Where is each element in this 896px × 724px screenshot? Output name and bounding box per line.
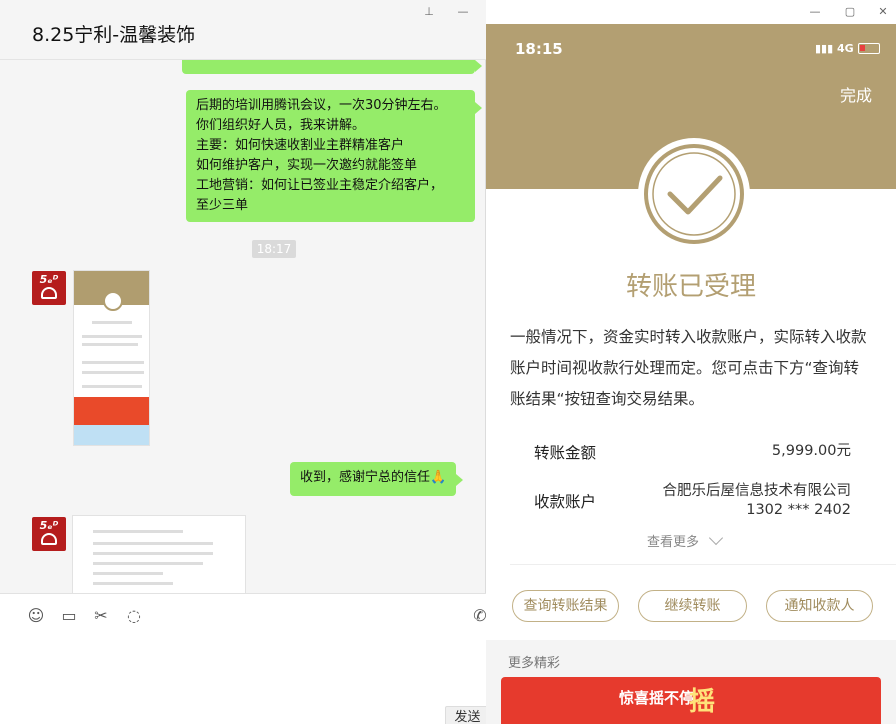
pin-icon[interactable]: ⊥ bbox=[420, 4, 438, 20]
chat-messages: 后期的培训用腾讯会议，一次30分钟左右。 你们组织好人员，我来讲解。 主要：如何… bbox=[0, 60, 486, 593]
success-check-icon bbox=[638, 138, 750, 250]
divider bbox=[510, 564, 896, 565]
screen: 8.25宁利-温馨装饰 ⊥ — 后期的培训用腾讯会议，一次30分钟左右。 你们组… bbox=[0, 0, 896, 724]
status-description: 一般情况下，资金实时转入收款账户，实际转入收款账户时间视收款行处理而定。您可点击… bbox=[510, 328, 867, 408]
more-section: 更多精彩 惊喜摇不停 摇 bbox=[486, 640, 896, 724]
message-line: 工地营销：如何让已签业主稳定介绍客户， bbox=[196, 178, 444, 193]
query-result-button[interactable]: 查询转账结果 bbox=[512, 590, 619, 622]
viewer-titlebar: — ▢ ✕ bbox=[486, 0, 896, 24]
payee-name: 合肥乐后屋信息技术有限公司 bbox=[662, 483, 852, 499]
avatar[interactable]: 5ₑᴰ bbox=[32, 517, 66, 551]
promo-text: 惊喜摇不停 bbox=[619, 689, 695, 707]
message-bubble-partial[interactable] bbox=[182, 60, 482, 74]
done-button[interactable]: 完成 bbox=[840, 82, 872, 106]
transfer-result-screen: — ▢ ✕ 18:15 ▮▮▮ 4G 完成 转账已受理 一般情况下，资金实时转入… bbox=[486, 0, 896, 724]
image-message-document[interactable] bbox=[72, 515, 246, 593]
payee-label: 收款账户 bbox=[534, 493, 597, 511]
chat-input-area: ☺ ▭ ✂ ◌ ✆ 发送 bbox=[0, 593, 490, 724]
message-line: 如何维护客户，实现一次邀约就能签单 bbox=[196, 158, 418, 173]
avatar[interactable]: 5ₑᴰ bbox=[32, 271, 66, 305]
status-title: 转账已受理 bbox=[625, 272, 756, 302]
maximize-icon[interactable]: ▢ bbox=[841, 4, 859, 20]
thumb-line bbox=[93, 562, 203, 565]
promo-big-text: 摇 bbox=[689, 687, 716, 717]
folder-icon[interactable]: ▭ bbox=[59, 606, 79, 626]
thumb-line bbox=[82, 343, 138, 346]
thumb-line bbox=[82, 385, 142, 388]
heart-icon bbox=[41, 533, 57, 545]
heart-icon bbox=[41, 287, 57, 299]
message-line: 你们组织好人员，我来讲解。 bbox=[196, 118, 366, 133]
view-more-link[interactable]: 查看更多 bbox=[647, 530, 724, 550]
message-bubble-thanks[interactable]: 收到，感谢宁总的信任🙏 bbox=[290, 462, 464, 496]
payee-account: 1302 *** 2402 bbox=[746, 502, 851, 518]
status-time: 18:15 bbox=[515, 40, 563, 58]
send-button[interactable]: 发送 bbox=[445, 706, 490, 724]
avatar-logo-text: 5ₑᴰ bbox=[39, 519, 59, 532]
message-line: 后期的培训用腾讯会议，一次30分钟左右。 bbox=[196, 98, 447, 113]
minimize-button[interactable]: — bbox=[806, 4, 824, 20]
continue-transfer-button[interactable]: 继续转账 bbox=[638, 590, 747, 622]
chat-title: 8.25宁利-温馨装饰 bbox=[32, 24, 196, 46]
thumb-line bbox=[92, 321, 132, 324]
message-bubble-training[interactable]: 后期的培训用腾讯会议，一次30分钟左右。 你们组织好人员，我来讲解。 主要：如何… bbox=[186, 90, 482, 222]
wechat-window: 8.25宁利-温馨装饰 ⊥ — 后期的培训用腾讯会议，一次30分钟左右。 你们组… bbox=[0, 0, 490, 724]
message-line: 至少三单 bbox=[196, 198, 249, 213]
payee-info: 合肥乐后屋信息技术有限公司 1302 *** 2402 bbox=[663, 482, 852, 520]
chevron-down-icon bbox=[709, 530, 724, 546]
view-more-label: 查看更多 bbox=[647, 535, 700, 550]
thumb-line bbox=[82, 335, 142, 338]
thumb-line bbox=[82, 361, 144, 364]
thumb-line bbox=[93, 552, 213, 555]
thumb-line bbox=[93, 572, 163, 575]
amount-value: 5,999.00元 bbox=[771, 443, 851, 459]
more-section-title: 更多精彩 bbox=[508, 656, 561, 671]
notify-payee-button[interactable]: 通知收款人 bbox=[766, 590, 873, 622]
signal-icon: ▮▮▮ 4G bbox=[815, 42, 854, 55]
battery-icon bbox=[858, 43, 880, 54]
thumb-banner bbox=[74, 425, 149, 445]
minimize-button[interactable]: — bbox=[454, 4, 472, 20]
amount-label: 转账金额 bbox=[534, 444, 597, 462]
thumb-line bbox=[82, 371, 144, 374]
thumb-line bbox=[93, 530, 183, 533]
chat-history-icon[interactable]: ◌ bbox=[124, 606, 144, 626]
scissors-icon[interactable]: ✂ bbox=[91, 606, 111, 626]
thumb-line bbox=[93, 542, 213, 545]
thumb-line bbox=[93, 582, 173, 585]
image-message-screenshot[interactable] bbox=[73, 270, 150, 446]
avatar-logo-text: 5ₑᴰ bbox=[39, 273, 59, 286]
chat-header: 8.25宁利-温馨装饰 ⊥ — bbox=[0, 0, 486, 60]
close-icon[interactable]: ✕ bbox=[874, 4, 892, 20]
time-divider: 18:17 bbox=[252, 240, 296, 258]
message-line: 主要：如何快速收割业主群精准客户 bbox=[196, 138, 405, 153]
promo-banner[interactable]: 惊喜摇不停 摇 bbox=[501, 677, 881, 724]
emoji-icon[interactable]: ☺ bbox=[26, 606, 46, 626]
thumb-banner bbox=[74, 397, 149, 425]
check-icon bbox=[103, 291, 123, 311]
